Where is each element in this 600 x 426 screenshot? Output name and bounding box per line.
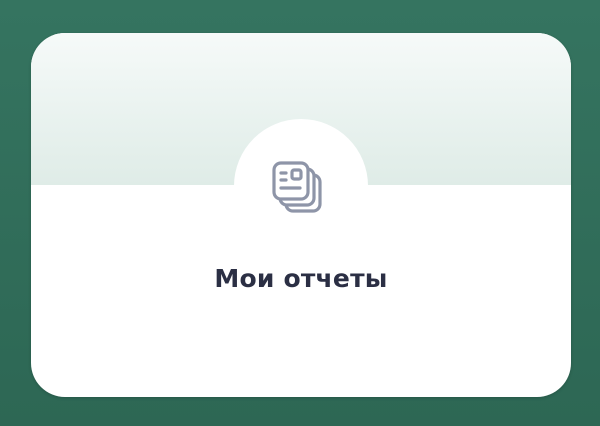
- card-title: Мои отчеты: [214, 264, 388, 293]
- stacked-documents-icon: [272, 161, 322, 213]
- my-reports-card[interactable]: Мои отчеты: [31, 33, 571, 397]
- app-background: Мои отчеты: [0, 0, 600, 426]
